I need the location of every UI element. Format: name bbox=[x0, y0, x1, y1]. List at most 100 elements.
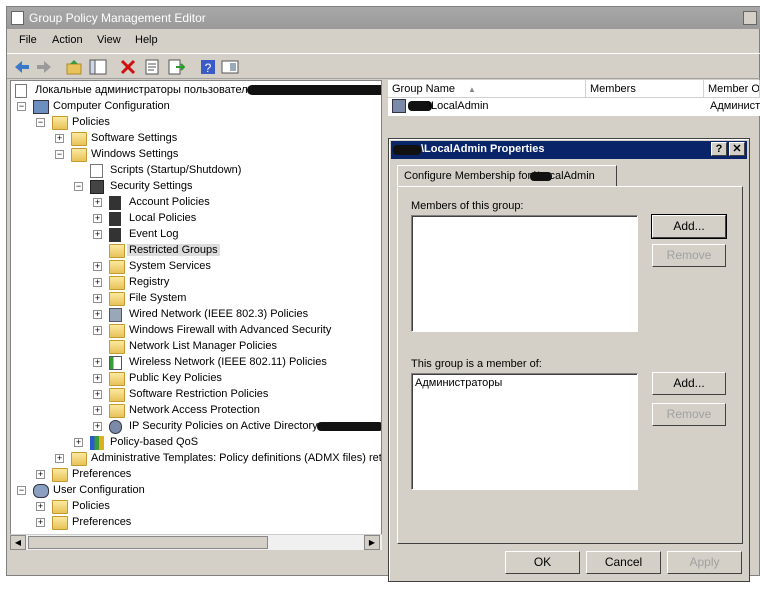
close-button[interactable]: ✕ bbox=[729, 142, 745, 156]
scroll-right-icon[interactable]: ▶ bbox=[364, 535, 380, 550]
tree-item-policies[interactable]: − Policies bbox=[36, 115, 376, 131]
folder-icon bbox=[52, 500, 68, 514]
members-remove-button[interactable]: Remove bbox=[652, 244, 726, 267]
menu-view[interactable]: View bbox=[97, 34, 121, 46]
tree-item-windows-firewall[interactable]: + Windows Firewall with Advanced Securit… bbox=[93, 323, 373, 339]
apply-button[interactable]: Apply bbox=[667, 551, 742, 574]
show-hide-tree-icon[interactable] bbox=[89, 58, 107, 76]
tree-horizontal-scrollbar[interactable]: ◀ ▶ bbox=[10, 534, 382, 550]
tree-item-wireless-network[interactable]: + Wireless Network (IEEE 802.11) Policie… bbox=[93, 355, 373, 371]
tree-item-user-policies[interactable]: + Policies bbox=[36, 499, 376, 515]
expand-toggle[interactable]: + bbox=[93, 262, 102, 271]
help-icon[interactable]: ? bbox=[199, 58, 217, 76]
tree-item-software-settings[interactable]: + Software Settings bbox=[55, 131, 375, 147]
expand-toggle[interactable]: + bbox=[93, 374, 102, 383]
scroll-left-icon[interactable]: ◀ bbox=[10, 535, 26, 550]
expand-toggle[interactable]: + bbox=[36, 470, 45, 479]
expand-toggle[interactable]: + bbox=[93, 198, 102, 207]
column-header-member-of[interactable]: Member O bbox=[704, 80, 760, 98]
tree-item-system-services[interactable]: + System Services bbox=[93, 259, 373, 275]
gpo-icon bbox=[15, 84, 27, 98]
expand-toggle[interactable]: + bbox=[93, 358, 102, 367]
tree-item-network-list-manager[interactable]: Network List Manager Policies bbox=[93, 339, 373, 355]
expand-toggle[interactable]: + bbox=[36, 518, 45, 527]
collapse-toggle[interactable]: − bbox=[17, 486, 26, 495]
expand-toggle[interactable]: + bbox=[93, 294, 102, 303]
group-icon bbox=[392, 99, 406, 113]
expand-toggle[interactable]: + bbox=[55, 454, 64, 463]
tree-item-user-configuration[interactable]: − User Configuration bbox=[17, 483, 377, 499]
folder-icon bbox=[109, 372, 125, 386]
tree-item-ip-security[interactable]: + IP Security Policies on Active Directo… bbox=[93, 419, 381, 435]
tree-item-registry[interactable]: + Registry bbox=[93, 275, 373, 291]
group-name-cell: \LocalAdmin bbox=[428, 100, 489, 112]
tab-configure-membership[interactable]: Configure Membership for \LocalAdmin bbox=[397, 165, 617, 187]
memberof-remove-button[interactable]: Remove bbox=[652, 403, 726, 426]
minimize-button[interactable] bbox=[743, 11, 757, 25]
tree-item-wired-network[interactable]: + Wired Network (IEEE 802.3) Policies bbox=[93, 307, 373, 323]
tree-item-software-restriction[interactable]: + Software Restriction Policies bbox=[93, 387, 373, 403]
help-button[interactable]: ? bbox=[711, 142, 727, 156]
expand-toggle[interactable]: + bbox=[93, 390, 102, 399]
expand-toggle[interactable]: + bbox=[93, 422, 102, 431]
tree-item-restricted-groups[interactable]: Restricted Groups bbox=[93, 243, 373, 259]
collapse-toggle[interactable]: − bbox=[74, 182, 83, 191]
collapse-toggle[interactable]: − bbox=[55, 150, 64, 159]
expand-toggle[interactable]: + bbox=[36, 502, 45, 511]
console-tree[interactable]: Локальные администраторы пользователе − … bbox=[10, 80, 382, 550]
dialog-title-bar: \LocalAdmin Properties ? ✕ bbox=[391, 141, 747, 159]
expand-toggle[interactable]: + bbox=[93, 214, 102, 223]
tree-item-administrative-templates[interactable]: + Administrative Templates: Policy defin… bbox=[55, 451, 381, 467]
policy-book-icon bbox=[109, 196, 121, 210]
column-header-group-name[interactable]: Group Name ▲ bbox=[388, 80, 586, 98]
members-add-button[interactable]: Add... bbox=[651, 214, 727, 239]
up-folder-icon[interactable] bbox=[65, 58, 83, 76]
tree-item-event-log[interactable]: + Event Log bbox=[93, 227, 373, 243]
tree-item-windows-settings[interactable]: − Windows Settings bbox=[55, 147, 375, 163]
scroll-thumb[interactable] bbox=[28, 536, 268, 549]
tree-item-public-key[interactable]: + Public Key Policies bbox=[93, 371, 373, 387]
expand-toggle[interactable]: + bbox=[93, 326, 102, 335]
view-pane-icon[interactable] bbox=[221, 58, 239, 76]
collapse-toggle[interactable]: − bbox=[17, 102, 26, 111]
tree-item-user-preferences[interactable]: + Preferences bbox=[36, 515, 376, 531]
tree-item-policy-based-qos[interactable]: + Policy-based QoS bbox=[74, 435, 374, 451]
window-title: Group Policy Management Editor bbox=[29, 11, 206, 25]
list-row-localadmin[interactable]: \LocalAdmin Админист bbox=[388, 98, 760, 114]
tree-item-network-access-protection[interactable]: + Network Access Protection bbox=[93, 403, 373, 419]
policy-book-icon bbox=[109, 212, 121, 226]
expand-toggle[interactable]: + bbox=[93, 310, 102, 319]
tree-item-local-policies[interactable]: + Local Policies bbox=[93, 211, 373, 227]
tree-item-scripts[interactable]: Scripts (Startup/Shutdown) bbox=[74, 163, 374, 179]
memberof-list[interactable]: Администраторы bbox=[411, 373, 638, 490]
expand-toggle[interactable]: + bbox=[93, 278, 102, 287]
members-list[interactable] bbox=[411, 215, 638, 332]
properties-icon[interactable] bbox=[143, 58, 161, 76]
list-item[interactable]: Администраторы bbox=[415, 377, 502, 389]
export-list-icon[interactable] bbox=[167, 58, 185, 76]
redaction-mark bbox=[247, 85, 381, 95]
tree-item-account-policies[interactable]: + Account Policies bbox=[93, 195, 373, 211]
menu-help[interactable]: Help bbox=[135, 34, 158, 46]
expand-toggle[interactable]: + bbox=[74, 438, 83, 447]
tree-item-computer-preferences[interactable]: + Preferences bbox=[36, 467, 376, 483]
tree-item-file-system[interactable]: + File System bbox=[93, 291, 373, 307]
column-header-members[interactable]: Members bbox=[586, 80, 704, 98]
ok-button[interactable]: OK bbox=[505, 551, 580, 574]
menu-action[interactable]: Action bbox=[52, 34, 83, 46]
tree-item-computer-configuration[interactable]: − Computer Configuration bbox=[17, 99, 377, 115]
script-icon bbox=[90, 164, 103, 178]
expand-toggle[interactable]: + bbox=[93, 230, 102, 239]
wired-network-icon bbox=[109, 308, 122, 322]
menu-file[interactable]: File bbox=[19, 34, 37, 46]
tree-item-gpo-root[interactable]: Локальные администраторы пользователе bbox=[15, 83, 381, 99]
collapse-toggle[interactable]: − bbox=[36, 118, 45, 127]
expand-toggle[interactable]: + bbox=[93, 406, 102, 415]
memberof-add-button[interactable]: Add... bbox=[652, 372, 726, 395]
delete-icon[interactable] bbox=[119, 58, 137, 76]
cancel-button[interactable]: Cancel bbox=[586, 551, 661, 574]
back-arrow-icon[interactable] bbox=[13, 58, 31, 76]
expand-toggle[interactable]: + bbox=[55, 134, 64, 143]
tree-item-security-settings[interactable]: − Security Settings bbox=[74, 179, 374, 195]
forward-arrow-icon[interactable] bbox=[35, 58, 53, 76]
